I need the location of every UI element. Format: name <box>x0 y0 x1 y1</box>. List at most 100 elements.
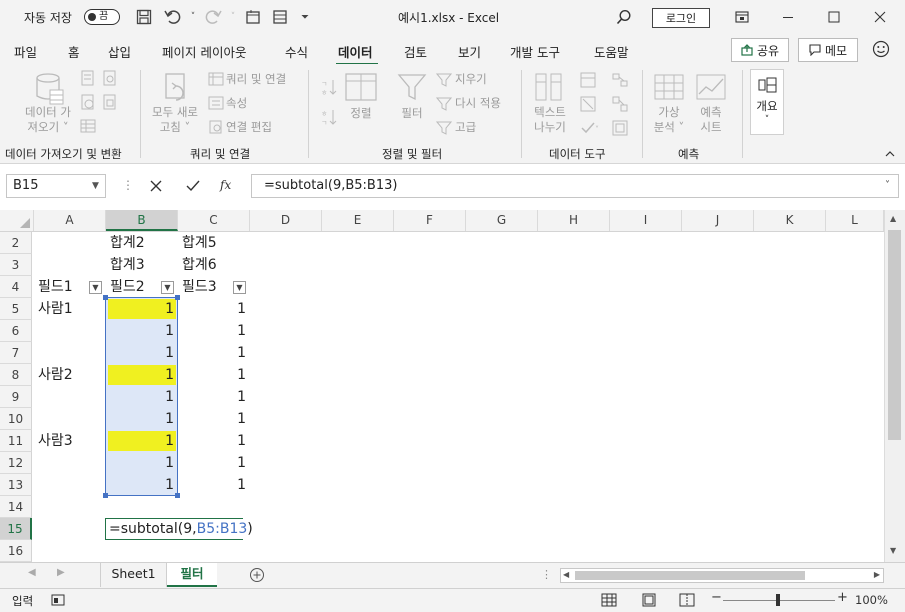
insert-function-icon[interactable]: fx <box>220 178 231 192</box>
row-header-12[interactable]: 12 <box>0 452 32 474</box>
name-box[interactable]: B15 <box>6 174 106 198</box>
column-header-c[interactable]: C <box>178 210 250 231</box>
accessibility-icon[interactable] <box>51 594 65 606</box>
horizontal-scrollbar[interactable]: ◀ ▶ <box>560 568 884 583</box>
memo-label: 메모 <box>824 43 848 58</box>
row-header-10[interactable]: 10 <box>0 408 32 430</box>
tab-view[interactable]: 보기 <box>458 42 481 61</box>
column-header-l[interactable]: L <box>826 210 884 231</box>
prev-sheet-icon[interactable]: ◀ <box>28 567 36 578</box>
row-header-16[interactable]: 16 <box>0 540 32 562</box>
customize-toolbar-icon[interactable]: ⏷ <box>296 8 314 26</box>
autosave-state: 끔 <box>99 11 109 22</box>
sheet-tab-sheet1[interactable]: Sheet1 <box>100 563 167 587</box>
name-box-dropdown-icon[interactable]: ▼ <box>92 181 99 191</box>
feedback-smiley-icon[interactable] <box>872 40 890 58</box>
undo-dropdown-icon[interactable]: ˅ <box>184 8 202 26</box>
column-header-a[interactable]: A <box>34 210 106 231</box>
page-layout-view-icon[interactable] <box>641 593 657 607</box>
scroll-up-icon[interactable]: ▲ <box>890 214 896 223</box>
minimize-icon[interactable] <box>765 0 811 34</box>
get-data-button: 데이터 가 져오기 ˅ <box>18 105 78 135</box>
get-data-label-2: 져오기 ˅ <box>27 120 69 134</box>
row-header-8[interactable]: 8 <box>0 364 32 386</box>
tab-file[interactable]: 파일 <box>14 42 37 61</box>
row-header-5[interactable]: 5 <box>0 298 32 320</box>
new-file-icon[interactable] <box>244 8 262 26</box>
scroll-left-icon[interactable]: ◀ <box>563 570 569 579</box>
sheet-tab-bar: ◀ ▶ Sheet1 필터 ⋮ ◀ ▶ <box>0 562 905 588</box>
expand-formula-bar-icon[interactable]: ˅ <box>885 180 890 191</box>
close-icon[interactable] <box>857 0 903 34</box>
undo-icon[interactable] <box>164 8 182 26</box>
zoom-slider-thumb[interactable] <box>776 594 780 606</box>
tab-review[interactable]: 검토 <box>404 42 427 61</box>
confirm-entry-icon[interactable] <box>182 176 204 196</box>
normal-view-icon[interactable] <box>601 593 617 607</box>
login-button[interactable]: 로그인 <box>652 8 710 28</box>
cancel-entry-icon[interactable] <box>145 176 167 196</box>
row-header-9[interactable]: 9 <box>0 386 32 408</box>
save-icon[interactable] <box>135 8 153 26</box>
column-header-b[interactable]: B <box>106 210 178 231</box>
page-break-view-icon[interactable] <box>679 593 695 607</box>
row-header-3[interactable]: 3 <box>0 254 32 276</box>
row-header-15[interactable]: 15 <box>0 518 32 540</box>
autosave-toggle[interactable]: 끔 <box>84 9 120 25</box>
h-scrollbar-thumb[interactable] <box>575 571 805 580</box>
scrollbar-thumb[interactable] <box>888 230 901 440</box>
outline-button[interactable]: 개요 ˅ <box>750 69 784 135</box>
ribbon-display-options-icon[interactable] <box>719 0 765 34</box>
tab-home[interactable]: 홈 <box>68 42 80 61</box>
row-header-14[interactable]: 14 <box>0 496 32 518</box>
row-header-4[interactable]: 4 <box>0 276 32 298</box>
scroll-right-icon[interactable]: ▶ <box>874 570 880 579</box>
scroll-down-icon[interactable]: ▼ <box>890 546 896 555</box>
zoom-in-icon[interactable]: + <box>837 590 848 605</box>
zoom-level[interactable]: 100% <box>855 593 888 607</box>
column-header-e[interactable]: E <box>322 210 394 231</box>
tab-help[interactable]: 도움말 <box>594 42 629 61</box>
ribbon-separator <box>308 70 309 158</box>
zoom-out-icon[interactable]: − <box>711 590 722 605</box>
tab-insert[interactable]: 삽입 <box>108 42 131 61</box>
share-button[interactable]: 공유 <box>731 38 789 62</box>
vertical-scrollbar[interactable]: ▲ ▼ <box>884 210 905 562</box>
maximize-icon[interactable] <box>811 0 857 34</box>
column-header-g[interactable]: G <box>466 210 538 231</box>
row-header-13[interactable]: 13 <box>0 474 32 496</box>
data-validation-icon: ˅ <box>580 120 602 139</box>
tab-split-handle-icon[interactable]: ⋮ <box>541 568 552 581</box>
column-header-d[interactable]: D <box>250 210 322 231</box>
row-header-7[interactable]: 7 <box>0 342 32 364</box>
column-header-i[interactable]: I <box>610 210 682 231</box>
add-sheet-icon[interactable] <box>249 567 265 583</box>
next-sheet-icon[interactable]: ▶ <box>57 567 65 578</box>
sort-icon <box>345 72 377 105</box>
collapse-ribbon-icon[interactable] <box>884 148 896 160</box>
row-header-11[interactable]: 11 <box>0 430 32 452</box>
tab-formulas[interactable]: 수식 <box>285 42 308 61</box>
what-if-button: 가상 분석 ˅ <box>645 105 693 135</box>
refresh-all-label-2: 고침 ˅ <box>159 120 191 134</box>
tab-developer[interactable]: 개발 도구 <box>510 42 560 61</box>
tab-page-layout[interactable]: 페이지 레이아웃 <box>162 42 246 61</box>
select-all-corner[interactable] <box>0 210 34 231</box>
column-header-j[interactable]: J <box>682 210 754 231</box>
formula-input[interactable]: =subtotal(9,B5:B13) <box>251 174 899 198</box>
search-icon[interactable] <box>615 8 633 26</box>
column-header-h[interactable]: H <box>538 210 610 231</box>
sort-button: 정렬 <box>350 106 372 120</box>
filter-icon <box>397 72 427 105</box>
column-header-k[interactable]: K <box>754 210 826 231</box>
row-header-6[interactable]: 6 <box>0 320 32 342</box>
tab-data[interactable]: 데이터 <box>338 42 373 61</box>
clear-button: 지우기 <box>455 72 487 86</box>
comments-button[interactable]: 메모 <box>798 38 858 62</box>
form-icon[interactable] <box>271 8 289 26</box>
redo-icon <box>204 8 222 26</box>
sheet-tab-filter[interactable]: 필터 <box>167 563 217 587</box>
row-header-2[interactable]: 2 <box>0 232 32 254</box>
column-header-f[interactable]: F <box>394 210 466 231</box>
worksheet-grid[interactable] <box>0 210 905 562</box>
